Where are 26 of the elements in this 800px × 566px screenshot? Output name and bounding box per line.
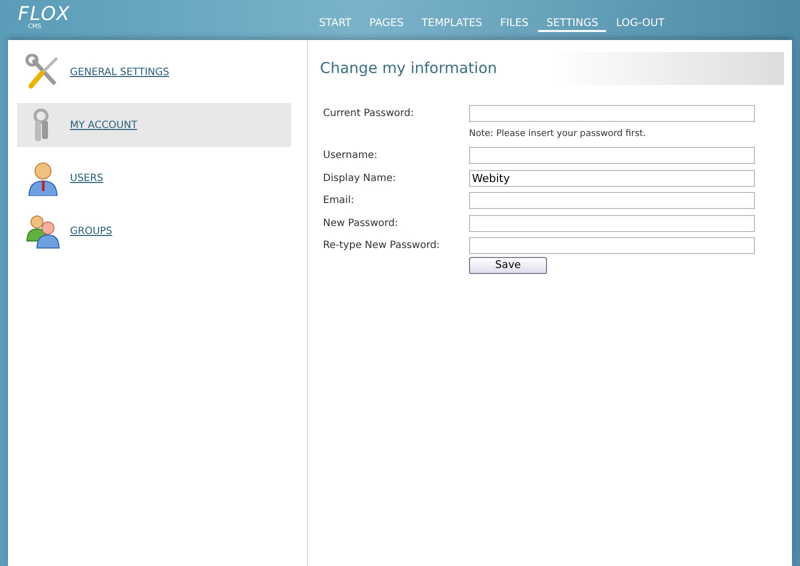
sidebar-link[interactable]: GROUPS <box>70 224 112 238</box>
input-field[interactable] <box>469 214 755 232</box>
input-field[interactable] <box>469 237 755 254</box>
logo-title: FLOX <box>18 5 70 24</box>
input-field[interactable] <box>469 192 755 210</box>
field-label: Re-type New Password: <box>323 239 441 254</box>
tools-icon <box>25 54 61 90</box>
sidebar-link[interactable]: GENERAL SETTINGS <box>70 64 170 80</box>
save-button[interactable]: Save <box>469 257 547 274</box>
note-text: Note: Please insert your password first. <box>469 128 646 141</box>
field-label: Current Password: <box>323 106 415 121</box>
field-label: Display Name: <box>323 172 397 186</box>
sidebar-item[interactable]: GROUPS <box>17 209 291 253</box>
input-field[interactable] <box>469 104 755 122</box>
sidebar-link[interactable]: MY ACCOUNT <box>70 118 138 132</box>
field-label: Username: <box>323 149 378 164</box>
sidebar-item[interactable]: GENERAL SETTINGS <box>17 50 291 94</box>
sidebar-link[interactable]: USERS <box>70 170 104 186</box>
field-label: New Password: <box>323 216 400 231</box>
sidebar-item[interactable]: MY ACCOUNT <box>17 103 291 147</box>
input-field[interactable] <box>469 147 755 164</box>
field-label: Email: <box>323 194 356 208</box>
group-icon <box>25 213 61 249</box>
sidebar-item[interactable]: USERS <box>17 156 291 200</box>
input-field[interactable]: Webity <box>469 170 755 187</box>
page-title: Change my information <box>319 58 498 80</box>
